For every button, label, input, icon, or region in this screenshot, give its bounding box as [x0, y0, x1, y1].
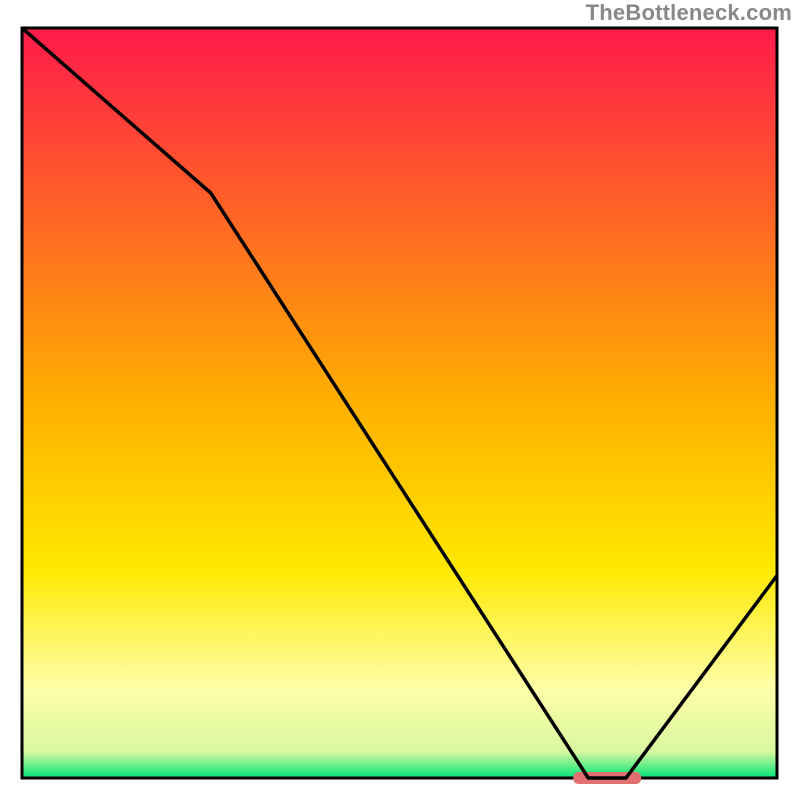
plot-background [22, 28, 777, 778]
chart-container: TheBottleneck.com [0, 0, 800, 800]
watermark-text: TheBottleneck.com [586, 0, 792, 26]
bottleneck-chart [0, 0, 800, 800]
